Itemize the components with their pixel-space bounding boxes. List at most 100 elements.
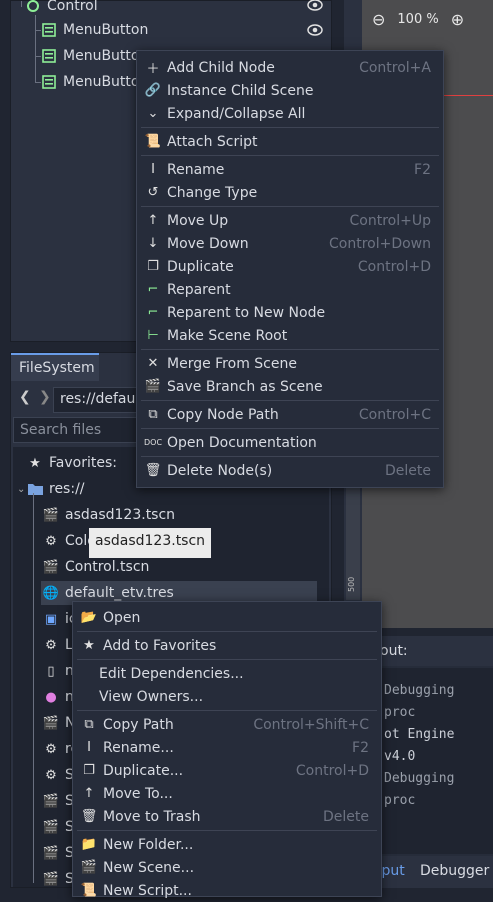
menu-item-open-documentation[interactable]: DOC Open Documentation xyxy=(137,431,443,454)
tab-debugger[interactable]: Debugger xyxy=(420,863,489,879)
menu-label: Edit Dependencies... xyxy=(99,665,244,682)
new-folder-icon: 📁 xyxy=(80,837,98,852)
scene-file-icon: 🎬 xyxy=(42,793,60,809)
menu-item-reparent[interactable]: ⌐ Reparent xyxy=(137,278,443,301)
file-item[interactable]: 🎬 Control.tscn xyxy=(42,555,150,579)
scene-file-icon: 🎬 xyxy=(42,559,60,575)
tab-label: FileSystem xyxy=(19,360,95,376)
menu-label: Duplicate xyxy=(167,258,234,275)
arrow-up-icon: ↑ xyxy=(147,213,159,228)
favorites-row[interactable]: ★ Favorites: xyxy=(27,451,117,475)
menu-item-expand-collapse[interactable]: ⌄ Expand/Collapse All xyxy=(137,102,443,125)
zoom-controls: ⊖ 100 % ⊕ xyxy=(372,10,464,29)
root-folder-row[interactable]: ⌄ res:// xyxy=(17,477,85,501)
file-item[interactable]: 🎬 N xyxy=(42,711,76,735)
menu-item-edit-dependencies[interactable]: Edit Dependencies... xyxy=(73,662,381,685)
menu-item-view-owners[interactable]: View Owners... xyxy=(73,685,381,708)
menu-label: Save Branch as Scene xyxy=(167,378,323,395)
folder-icon xyxy=(27,481,43,497)
menu-item-reparent-new-node[interactable]: ⌐ Reparent to New Node xyxy=(137,301,443,324)
root-label: res:// xyxy=(49,481,85,497)
viewport-guide-line xyxy=(444,95,493,96)
tree-item-menubutton[interactable]: MenuButto xyxy=(41,44,139,68)
menu-item-new-scene[interactable]: 🎬 New Scene... xyxy=(73,856,381,879)
menu-item-merge-from-scene[interactable]: ✕ Merge From Scene xyxy=(137,352,443,375)
menu-item-copy-node-path[interactable]: ⧉ Copy Node Path Control+C xyxy=(137,403,443,426)
menu-label: Move to Trash xyxy=(103,808,201,825)
file-item[interactable]: ⚙ Colo xyxy=(43,529,96,553)
menu-separator xyxy=(141,456,439,457)
visibility-eye-icon[interactable] xyxy=(307,0,323,16)
file-icon: ▯ xyxy=(47,663,55,679)
menu-item-new-folder[interactable]: 📁 New Folder... xyxy=(73,833,381,856)
image-file-icon: ▣ xyxy=(44,611,58,627)
visibility-eye-icon[interactable] xyxy=(307,23,323,41)
menu-label: Move Down xyxy=(167,235,249,252)
menu-separator xyxy=(141,206,439,207)
back-arrow-icon[interactable]: ❮ xyxy=(19,389,31,405)
menu-label: Open xyxy=(103,609,141,626)
menu-label: Rename... xyxy=(103,739,174,756)
menu-item-move-up[interactable]: ↑ Move Up Control+Up xyxy=(137,209,443,232)
menu-item-copy-path[interactable]: ⧉ Copy Path Control+Shift+C xyxy=(73,713,381,736)
rename-icon: I xyxy=(151,162,155,177)
menu-item-duplicate[interactable]: ❐ Duplicate Control+D xyxy=(137,255,443,278)
menu-item-make-scene-root[interactable]: ⊢ Make Scene Root xyxy=(137,324,443,347)
tab-filesystem[interactable]: FileSystem xyxy=(11,353,99,381)
menu-item-rename[interactable]: I Rename F2 xyxy=(137,158,443,181)
search-placeholder: Search files xyxy=(20,422,102,438)
scene-context-menu: ＋ Add Child Node Control+A 🔗 Instance Child… xyxy=(136,50,444,488)
menu-label: New Folder... xyxy=(103,836,194,853)
copy-icon: ⧉ xyxy=(84,717,94,732)
menu-item-open[interactable]: 📂 Open xyxy=(73,606,381,629)
menu-item-move-to[interactable]: ↑ Move To... xyxy=(73,782,381,805)
tooltip-label: asdasd123.tscn xyxy=(95,533,206,549)
tree-item-label: Control xyxy=(47,0,98,14)
menu-separator xyxy=(141,428,439,429)
zoom-level[interactable]: 100 % xyxy=(397,12,438,27)
file-context-menu: 📂 Open ★ Add to Favorites Edit Dependencie… xyxy=(72,601,382,899)
menu-item-add-child-node[interactable]: ＋ Add Child Node Control+A xyxy=(137,56,443,79)
duplicate-icon: ❐ xyxy=(147,259,159,274)
scene-root-icon: ⊢ xyxy=(147,328,159,343)
menu-item-move-down[interactable]: ↓ Move Down Control+Down xyxy=(137,232,443,255)
log-line: Debugging proc xyxy=(384,683,455,720)
menu-item-add-to-favorites[interactable]: ★ Add to Favorites xyxy=(73,634,381,657)
menu-label: Add Child Node xyxy=(167,59,275,76)
menu-item-new-script[interactable]: 📜 New Script... xyxy=(73,879,381,902)
scene-file-icon: 🎬 xyxy=(42,507,60,523)
tree-item-label: MenuButton xyxy=(63,22,149,38)
menu-separator xyxy=(77,659,377,660)
tree-item-label: MenuButto xyxy=(63,48,140,64)
scene-file-icon: 🎬 xyxy=(42,715,60,731)
tree-item-control[interactable]: Control xyxy=(25,0,98,18)
copy-icon: ⧉ xyxy=(148,407,158,422)
file-item[interactable]: 🎬 asdasd123.tscn xyxy=(43,503,175,527)
menu-item-duplicate[interactable]: ❐ Duplicate... Control+D xyxy=(73,759,381,782)
chevron-down-icon: ⌄ xyxy=(147,106,159,121)
ruler-label: 500 xyxy=(347,576,356,592)
menu-item-save-branch[interactable]: 🎬 Save Branch as Scene xyxy=(137,375,443,398)
menu-label: Move To... xyxy=(103,785,173,802)
zoom-out-button[interactable]: ⊖ xyxy=(372,10,385,29)
menu-item-delete-nodes[interactable]: 🗑 Delete Node(s) Delete xyxy=(137,459,443,482)
forward-arrow-icon[interactable]: ❯ xyxy=(39,389,51,405)
menu-separator xyxy=(77,631,377,632)
tree-item-menubutton[interactable]: MenuButto xyxy=(41,70,139,94)
menubutton-node-icon xyxy=(41,22,57,38)
menu-item-rename[interactable]: I Rename... F2 xyxy=(73,736,381,759)
menu-label: Copy Path xyxy=(103,716,174,733)
tree-item-menubutton[interactable]: MenuButton xyxy=(41,18,148,42)
file-label: Control.tscn xyxy=(65,559,150,575)
favorites-label: Favorites: xyxy=(49,455,117,471)
menu-item-attach-script[interactable]: 📜 Attach Script xyxy=(137,130,443,153)
menu-item-move-to-trash[interactable]: 🗑 Move to Trash Delete xyxy=(73,805,381,828)
menu-separator xyxy=(141,127,439,128)
zoom-in-button[interactable]: ⊕ xyxy=(451,10,464,29)
menu-item-change-type[interactable]: ↺ Change Type xyxy=(137,181,443,204)
move-up-icon: ↑ xyxy=(83,786,95,801)
file-label: asdasd123.tscn xyxy=(65,507,176,523)
trash-icon: 🗑 xyxy=(144,463,162,478)
tree-item-label: MenuButto xyxy=(63,74,140,90)
menu-item-instance-child-scene[interactable]: 🔗 Instance Child Scene xyxy=(137,79,443,102)
